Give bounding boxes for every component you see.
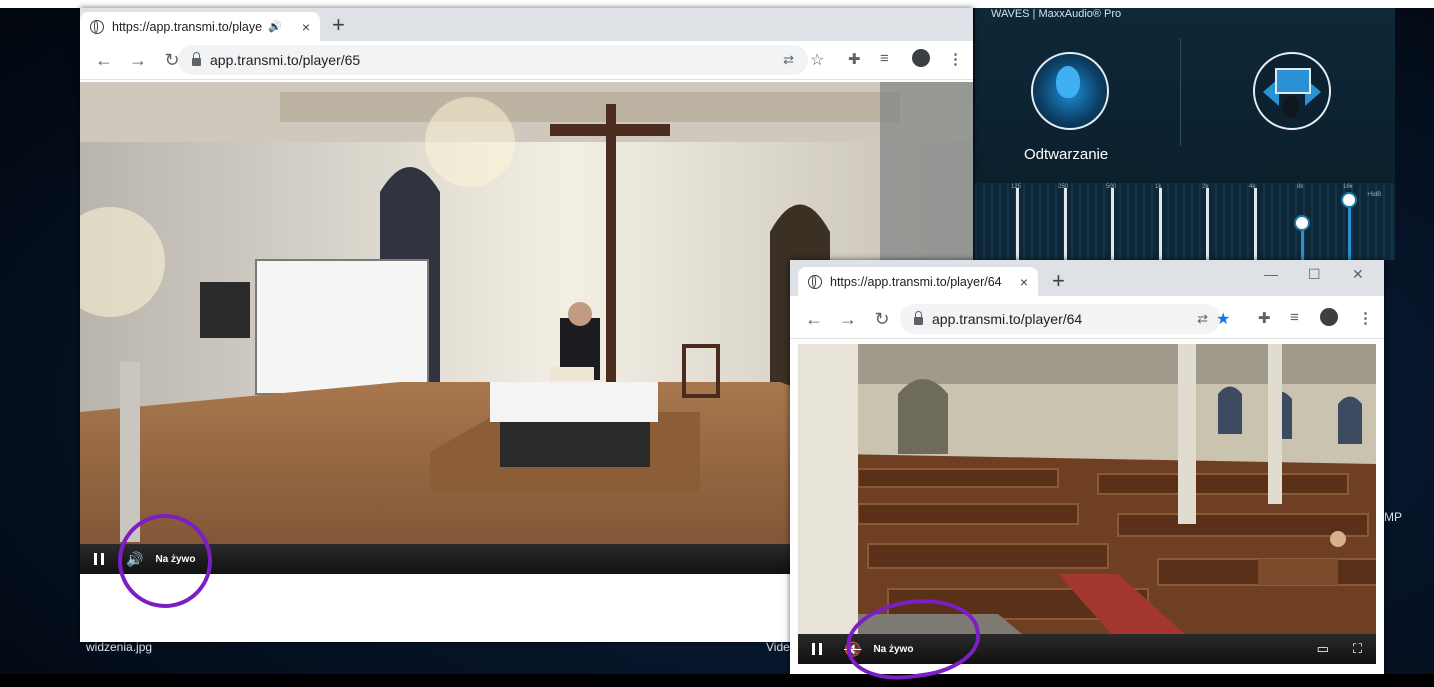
- close-window-button[interactable]: ✕: [1352, 266, 1364, 283]
- playback-profile-icon[interactable]: [1031, 52, 1109, 130]
- address-bar[interactable]: app.transmi.to/player/65 ⇄: [178, 45, 808, 75]
- browser-toolbar: ← → ↻ app.transmi.to/player/65 ⇄ ☆ ✚ ≡ ⋮: [80, 41, 973, 80]
- speaker-profile-icon[interactable]: [1253, 52, 1331, 130]
- eq-slider[interactable]: [1111, 188, 1114, 260]
- profile-avatar-icon[interactable]: [1320, 308, 1338, 326]
- maxxaudio-title: WAVES | MaxxAudio® Pro: [991, 8, 1122, 20]
- pause-button[interactable]: [812, 643, 822, 655]
- forward-icon[interactable]: →: [128, 50, 148, 71]
- menu-kebab-icon[interactable]: ⋮: [948, 50, 963, 68]
- audio-playing-icon[interactable]: 🔊: [268, 20, 282, 33]
- maxxaudio-window: WAVES | MaxxAudio® Pro Odtwarzanie 125 2…: [975, 8, 1395, 260]
- url-text: app.transmi.to/player/65: [210, 52, 361, 68]
- listener-icon: [1283, 96, 1299, 118]
- browser-toolbar: ← → ↻ app.transmi.to/player/64 ⇄ ★ ✚ ≡ ⋮: [790, 300, 1384, 339]
- tab-player-64[interactable]: https://app.transmi.to/player/64 ×: [798, 267, 1038, 296]
- desktop-file-label[interactable]: widzenia.jpg: [86, 640, 152, 654]
- back-icon[interactable]: ←: [94, 50, 114, 71]
- close-tab-icon[interactable]: ×: [1020, 274, 1028, 290]
- tab-player-65[interactable]: https://app.transmi.to/player 🔊 ×: [80, 12, 320, 41]
- new-tab-button[interactable]: +: [1052, 268, 1065, 294]
- menu-kebab-icon[interactable]: ⋮: [1358, 309, 1373, 327]
- reload-icon[interactable]: ↻: [872, 309, 892, 330]
- eq-slider[interactable]: [1016, 188, 1019, 260]
- head-icon: [1056, 66, 1080, 98]
- back-icon[interactable]: ←: [804, 309, 824, 330]
- tab-strip: https://app.transmi.to/player/64 × + — ☐…: [790, 260, 1384, 296]
- panel-divider: [1180, 38, 1181, 146]
- lock-icon: [914, 311, 923, 325]
- equalizer: [975, 183, 1395, 260]
- bookmark-star-icon[interactable]: ★: [1216, 309, 1230, 329]
- profile-avatar-icon[interactable]: [912, 49, 930, 67]
- extensions-icon[interactable]: ✚: [1258, 309, 1271, 327]
- eq-slider[interactable]: [1348, 200, 1351, 260]
- close-tab-icon[interactable]: ×: [302, 19, 310, 35]
- eq-slider[interactable]: [1254, 188, 1257, 260]
- eq-slider[interactable]: [1206, 188, 1209, 260]
- eq-freq-label: 16k: [1343, 184, 1353, 190]
- fullscreen-icon[interactable]: ⛶: [1353, 641, 1362, 657]
- globe-icon: [808, 274, 822, 289]
- eq-slider-knob[interactable]: [1341, 192, 1357, 208]
- minimize-button[interactable]: —: [1264, 266, 1278, 282]
- desktop-file-label-2[interactable]: Vide: [766, 640, 790, 654]
- eq-slider-knob[interactable]: [1294, 215, 1310, 231]
- translate-icon[interactable]: ⇄: [783, 52, 794, 68]
- translate-icon[interactable]: ⇄: [1197, 311, 1208, 327]
- lock-icon: [192, 52, 201, 66]
- extensions-icon[interactable]: ✚: [848, 50, 861, 68]
- laptop-icon: [1275, 68, 1311, 94]
- picture-in-picture-icon[interactable]: ▭: [1317, 641, 1329, 657]
- tab-title: https://app.transmi.to/player: [112, 19, 262, 34]
- forward-icon[interactable]: →: [838, 309, 858, 330]
- playback-label: Odtwarzanie: [1024, 146, 1109, 163]
- eq-slider[interactable]: [1159, 188, 1162, 260]
- globe-icon: [90, 19, 104, 34]
- pause-button[interactable]: [94, 553, 104, 565]
- address-bar[interactable]: app.transmi.to/player/64 ⇄: [900, 304, 1220, 334]
- top-edge: [0, 0, 1434, 8]
- media-control-icon[interactable]: ≡: [1290, 309, 1299, 326]
- maximize-button[interactable]: ☐: [1308, 266, 1321, 283]
- eq-slider[interactable]: [1064, 188, 1067, 260]
- url-text: app.transmi.to/player/64: [932, 311, 1083, 327]
- desktop-edge-label: MP: [1384, 510, 1402, 524]
- eq-gain-label: +6dB: [1367, 192, 1382, 198]
- bookmark-star-icon[interactable]: ☆: [810, 50, 824, 70]
- tab-title: https://app.transmi.to/player/64: [830, 274, 1002, 289]
- eq-freq-label: 8k: [1297, 184, 1304, 190]
- new-tab-button[interactable]: +: [332, 12, 345, 38]
- media-control-icon[interactable]: ≡: [880, 50, 889, 67]
- tab-strip: https://app.transmi.to/player 🔊 × +: [80, 8, 973, 41]
